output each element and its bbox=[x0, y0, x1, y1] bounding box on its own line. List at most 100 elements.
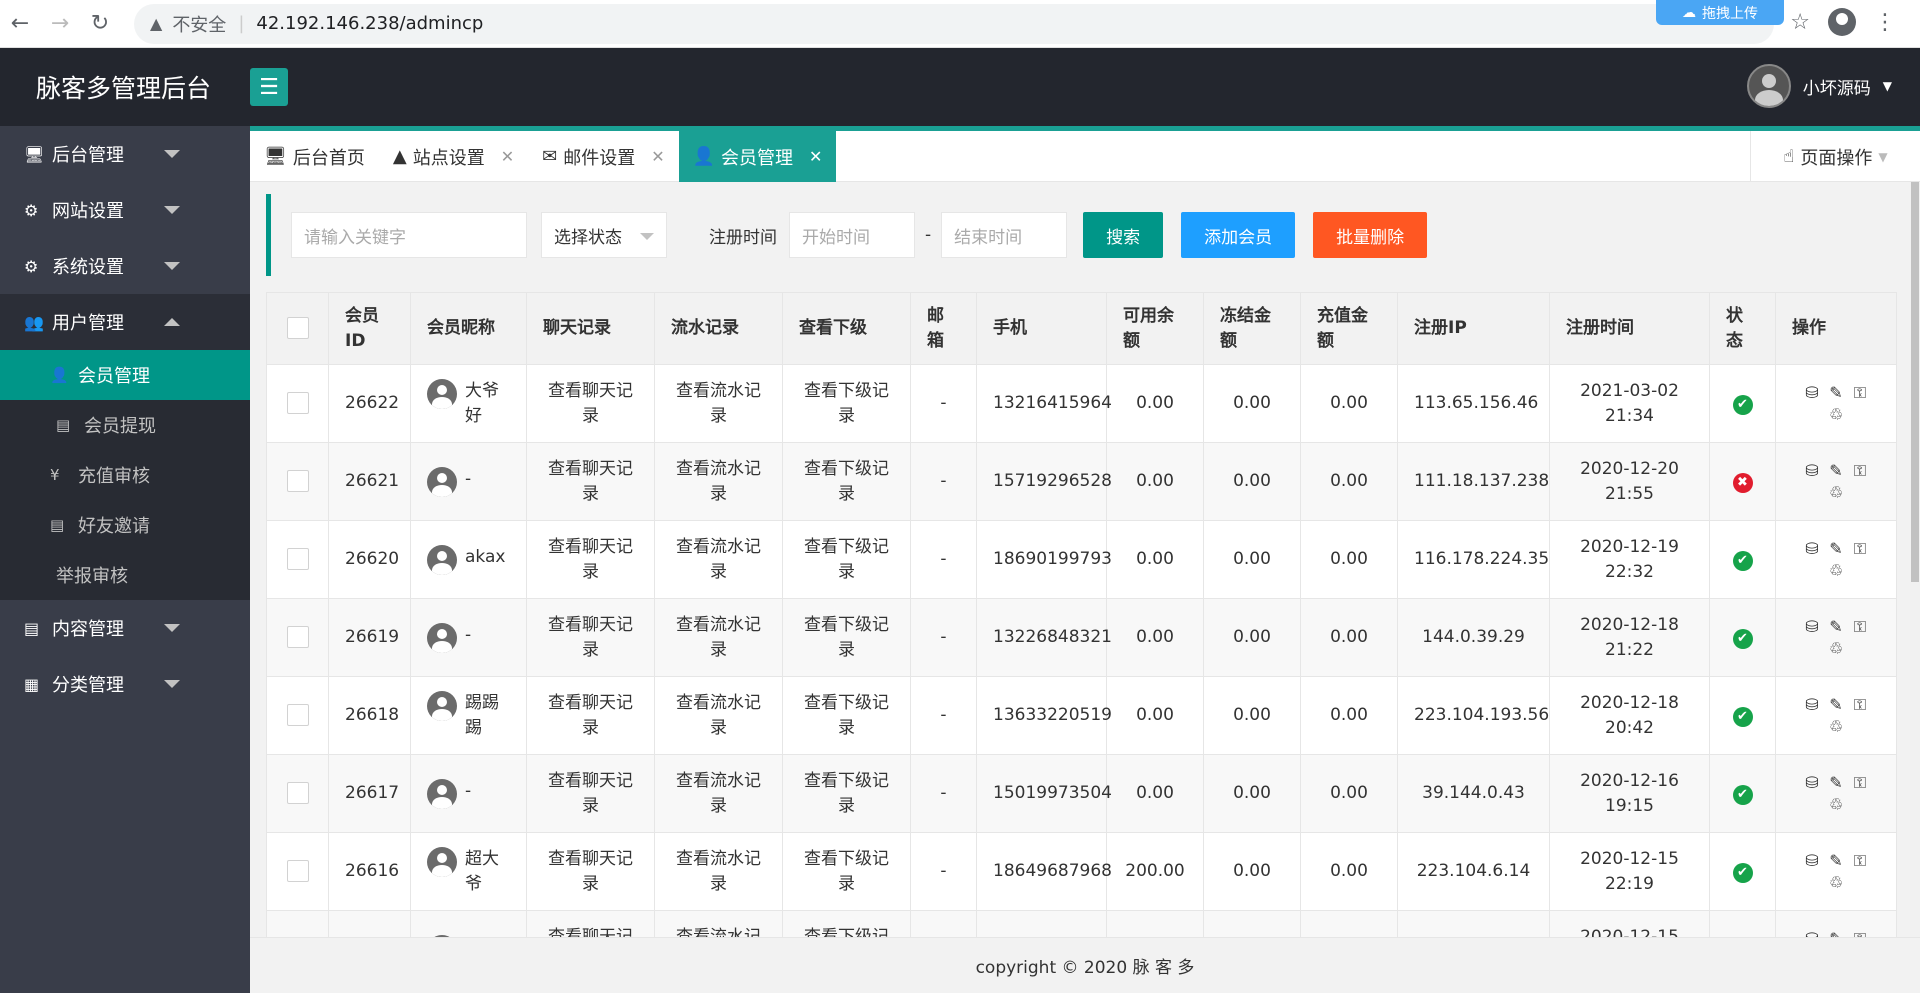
cell-status[interactable]: ✔ bbox=[1709, 598, 1776, 677]
money-bag-icon[interactable]: ⛁ bbox=[1802, 617, 1822, 637]
trash-icon[interactable]: ♲ bbox=[1826, 639, 1846, 659]
lock-icon[interactable]: ⚿ bbox=[1850, 851, 1870, 871]
sidebar-subitem-report-review[interactable]: 举报审核 bbox=[0, 550, 250, 600]
money-bag-icon[interactable]: ⛁ bbox=[1802, 773, 1822, 793]
cell-status[interactable]: ✔ bbox=[1709, 520, 1776, 599]
cell-status[interactable]: ✔ bbox=[1709, 676, 1776, 755]
money-bag-icon[interactable]: ⛁ bbox=[1802, 851, 1822, 871]
close-icon[interactable]: ✕ bbox=[501, 147, 514, 166]
check-circle-icon[interactable]: ✔ bbox=[1732, 707, 1753, 727]
edit-icon[interactable]: ✎ bbox=[1826, 929, 1846, 937]
cell-chat[interactable]: 查看聊天记录 bbox=[526, 442, 655, 521]
sidebar-subitem-recharge-review[interactable]: ¥ 充值审核 bbox=[0, 450, 250, 500]
forward-icon[interactable]: → bbox=[40, 4, 80, 44]
sidebar-item-system-settings[interactable]: ⚙ 系统设置 bbox=[0, 238, 250, 294]
start-time-input[interactable]: 开始时间 bbox=[789, 212, 915, 258]
trash-icon[interactable]: ♲ bbox=[1826, 405, 1846, 425]
sidebar-item-content[interactable]: ▤ 内容管理 bbox=[0, 600, 250, 656]
cell-sub[interactable]: 查看下级记录 bbox=[782, 520, 911, 599]
trash-icon[interactable]: ♲ bbox=[1826, 483, 1846, 503]
cell-chat[interactable]: 查看聊天记录 bbox=[526, 910, 655, 937]
edit-icon[interactable]: ✎ bbox=[1826, 383, 1846, 403]
cell-status[interactable]: ✖ bbox=[1709, 442, 1776, 521]
status-select[interactable]: 选择状态 bbox=[541, 212, 667, 258]
tab-members[interactable]: 👤 会员管理 ✕ bbox=[678, 131, 837, 182]
money-bag-icon[interactable]: ⛁ bbox=[1802, 539, 1822, 559]
cell-sub[interactable]: 查看下级记录 bbox=[782, 364, 911, 443]
back-icon[interactable]: ← bbox=[0, 4, 40, 44]
select-all-checkbox[interactable] bbox=[286, 317, 309, 339]
cell-sub[interactable]: 查看下级记录 bbox=[782, 754, 911, 833]
money-bag-icon[interactable]: ⛁ bbox=[1802, 929, 1822, 937]
cell-flow[interactable]: 查看流水记录 bbox=[654, 754, 783, 833]
keyword-input[interactable]: 请输入关键字 bbox=[291, 212, 527, 258]
cell-flow[interactable]: 查看流水记录 bbox=[654, 832, 783, 911]
cell-status[interactable]: ✔ bbox=[1709, 364, 1776, 443]
reload-icon[interactable]: ↻ bbox=[80, 4, 120, 44]
sidebar-subitem-members[interactable]: 👤 会员管理 bbox=[0, 350, 250, 400]
kebab-menu-icon[interactable]: ⋮ bbox=[1874, 10, 1896, 35]
cell-flow[interactable]: 查看流水记录 bbox=[654, 598, 783, 677]
tab-home[interactable]: 🖥 后台首页 bbox=[250, 131, 379, 182]
cell-chat[interactable]: 查看聊天记录 bbox=[526, 598, 655, 677]
close-icon[interactable]: ✕ bbox=[809, 147, 822, 166]
end-time-input[interactable]: 结束时间 bbox=[941, 212, 1068, 258]
cell-flow[interactable]: 查看流水记录 bbox=[654, 364, 783, 443]
sidebar-item-user-management[interactable]: 👥 用户管理 bbox=[0, 294, 250, 350]
page-operations-button[interactable]: ☝ 页面操作 ▼ bbox=[1750, 131, 1920, 182]
sidebar-item-site-settings[interactable]: ⚙ 网站设置 bbox=[0, 182, 250, 238]
lock-icon[interactable]: ⚿ bbox=[1850, 929, 1870, 937]
row-checkbox[interactable] bbox=[286, 704, 309, 726]
cell-sub[interactable]: 查看下级记录 bbox=[782, 832, 911, 911]
search-button[interactable]: 搜索 bbox=[1083, 212, 1164, 258]
address-bar[interactable]: ▲ 不安全 | 42.192.146.238/admincp bbox=[134, 3, 1774, 44]
row-checkbox[interactable] bbox=[286, 548, 309, 570]
trash-icon[interactable]: ♲ bbox=[1826, 795, 1846, 815]
bulk-delete-button[interactable]: 批量删除 bbox=[1313, 212, 1428, 258]
cell-chat[interactable]: 查看聊天记录 bbox=[526, 364, 655, 443]
cell-status[interactable] bbox=[1709, 910, 1776, 937]
edit-icon[interactable]: ✎ bbox=[1826, 539, 1846, 559]
row-checkbox[interactable] bbox=[286, 470, 309, 492]
cell-chat[interactable]: 查看聊天记录 bbox=[526, 676, 655, 755]
edit-icon[interactable]: ✎ bbox=[1826, 461, 1846, 481]
scrollbar-thumb[interactable] bbox=[1911, 182, 1919, 582]
edit-icon[interactable]: ✎ bbox=[1826, 851, 1846, 871]
add-member-button[interactable]: 添加会员 bbox=[1181, 212, 1296, 258]
check-circle-icon[interactable]: ✔ bbox=[1732, 395, 1753, 415]
close-icon[interactable]: ✕ bbox=[651, 147, 664, 166]
money-bag-icon[interactable]: ⛁ bbox=[1802, 383, 1822, 403]
scrollbar[interactable] bbox=[1910, 182, 1920, 937]
profile-icon[interactable] bbox=[1828, 8, 1856, 36]
cell-sub[interactable]: 查看下级记录 bbox=[782, 910, 911, 937]
cell-chat[interactable]: 查看聊天记录 bbox=[526, 754, 655, 833]
cell-chat[interactable]: 查看聊天记录 bbox=[526, 832, 655, 911]
cell-sub[interactable]: 查看下级记录 bbox=[782, 598, 911, 677]
trash-icon[interactable]: ♲ bbox=[1826, 717, 1846, 737]
sidebar-subitem-invite[interactable]: ▤ 好友邀请 bbox=[0, 500, 250, 550]
unlock-icon[interactable]: ⚿ bbox=[1850, 461, 1870, 481]
check-circle-icon[interactable]: ✔ bbox=[1732, 785, 1753, 805]
user-menu[interactable]: 小坏源码 ▼ bbox=[1746, 64, 1892, 108]
menu-toggle-icon[interactable]: ☰ bbox=[250, 68, 288, 106]
cell-flow[interactable]: 查看流水记录 bbox=[654, 442, 783, 521]
row-checkbox[interactable] bbox=[286, 860, 309, 882]
sidebar-subitem-withdrawal[interactable]: ▤ 会员提现 bbox=[0, 400, 250, 450]
lock-icon[interactable]: ⚿ bbox=[1850, 773, 1870, 793]
sidebar-item-category[interactable]: ▦ 分类管理 bbox=[0, 656, 250, 712]
upload-extension-button[interactable]: ☁ 拖拽上传 bbox=[1656, 0, 1784, 25]
edit-icon[interactable]: ✎ bbox=[1826, 617, 1846, 637]
row-checkbox[interactable] bbox=[286, 626, 309, 648]
lock-icon[interactable]: ⚿ bbox=[1850, 383, 1870, 403]
lock-icon[interactable]: ⚿ bbox=[1850, 539, 1870, 559]
edit-icon[interactable]: ✎ bbox=[1826, 695, 1846, 715]
check-circle-icon[interactable]: ✔ bbox=[1732, 629, 1753, 649]
money-bag-icon[interactable]: ⛁ bbox=[1802, 695, 1822, 715]
check-circle-icon[interactable]: ✔ bbox=[1732, 863, 1753, 883]
lock-icon[interactable]: ⚿ bbox=[1850, 695, 1870, 715]
cell-sub[interactable]: 查看下级记录 bbox=[782, 442, 911, 521]
cell-chat[interactable]: 查看聊天记录 bbox=[526, 520, 655, 599]
cell-flow[interactable]: 查看流水记录 bbox=[654, 910, 783, 937]
cell-sub[interactable]: 查看下级记录 bbox=[782, 676, 911, 755]
x-circle-icon[interactable]: ✖ bbox=[1732, 473, 1753, 493]
